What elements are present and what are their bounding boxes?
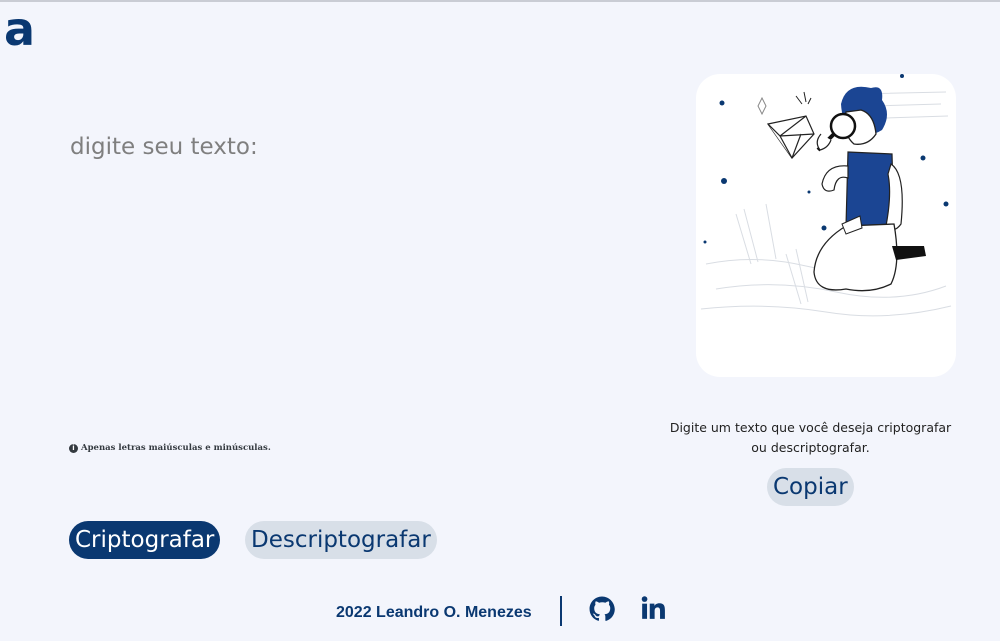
footer: 2022 Leandro O. Menezes [0,590,1000,634]
info-icon: i [69,443,78,453]
hint-text: Apenas letras maiúsculas e minúsculas. [81,443,271,453]
hint: i Apenas letras maiúsculas e minúsculas. [69,443,271,453]
linkedin-icon[interactable] [640,595,666,621]
logo: a [4,2,36,56]
footer-text: 2022 Leandro O. Menezes [336,604,532,621]
illustration [700,74,952,317]
github-icon[interactable] [589,596,615,622]
copy-button[interactable]: Copiar [767,468,854,506]
resize-grip-icon[interactable] [946,368,954,376]
output-message: Digite um texto que você deseja criptogr… [669,420,952,455]
encrypt-button[interactable]: Criptografar [69,521,221,559]
output-panel[interactable] [696,74,956,377]
text-input[interactable] [70,122,630,422]
decrypt-button[interactable]: Descriptografar [245,521,437,559]
footer-divider [560,596,562,626]
input-area [70,122,630,422]
